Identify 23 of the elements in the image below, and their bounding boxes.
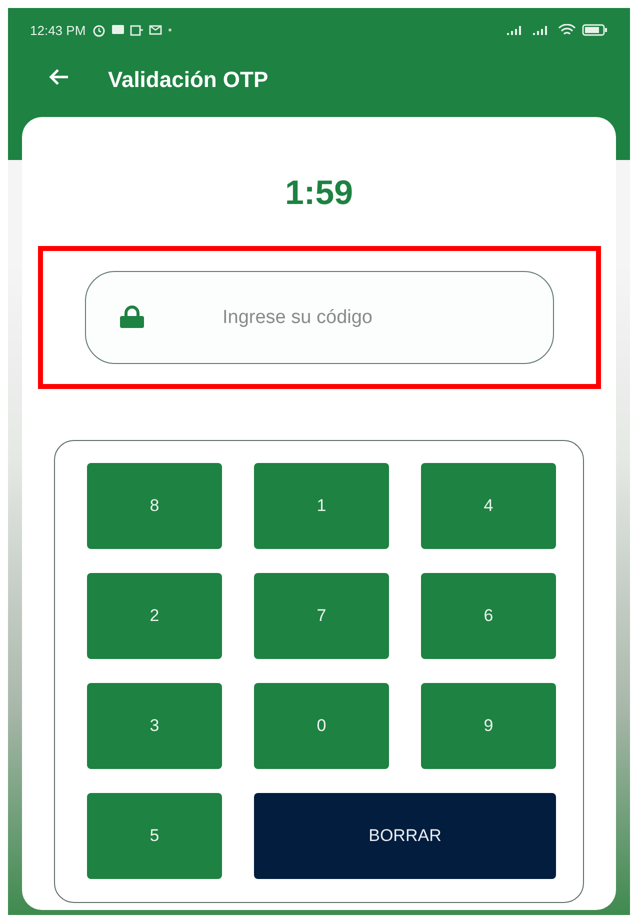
digit-key[interactable]: 8 — [87, 463, 222, 549]
wifi-icon — [558, 24, 576, 36]
digit-key[interactable]: 5 — [87, 793, 222, 879]
digit-key[interactable]: 1 — [254, 463, 389, 549]
mail-icon — [148, 25, 162, 35]
message-icon — [112, 24, 124, 36]
dot-icon — [168, 28, 172, 32]
digit-key[interactable]: 2 — [87, 573, 222, 659]
screen-icon — [130, 24, 143, 36]
digit-key[interactable]: 6 — [421, 573, 556, 659]
lock-icon — [118, 305, 144, 329]
status-time: 12:43 PM — [30, 22, 86, 38]
digit-key[interactable]: 4 — [421, 463, 556, 549]
alarm-icon — [92, 23, 106, 37]
digit-key[interactable]: 3 — [87, 683, 222, 769]
screen-title: Validación OTP — [108, 66, 268, 94]
digit-key[interactable]: 7 — [254, 573, 389, 659]
delete-button[interactable]: BORRAR — [254, 793, 556, 879]
battery-icon — [582, 24, 608, 36]
countdown-timer: 1:59 — [284, 173, 354, 213]
code-input-field[interactable]: Ingrese su código — [84, 271, 554, 364]
digit-key[interactable]: 9 — [421, 683, 556, 769]
digit-key[interactable]: 0 — [254, 683, 389, 769]
